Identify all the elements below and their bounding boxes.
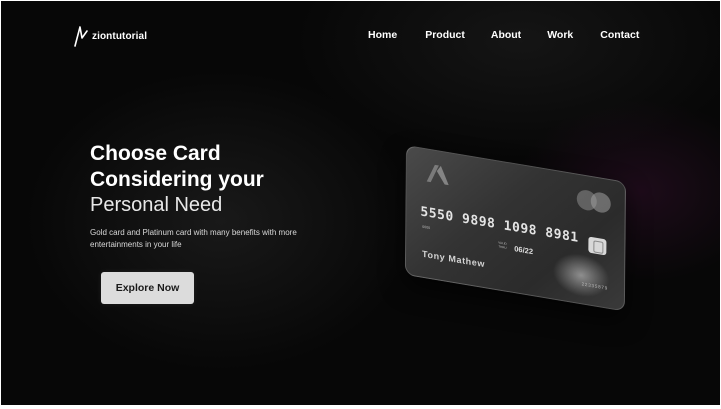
explore-now-button[interactable]: Explore Now — [101, 272, 194, 304]
hero-heading: Choose Card Considering your Personal Ne… — [90, 141, 350, 217]
hero-section: Choose Card Considering your Personal Ne… — [90, 141, 350, 250]
nav-item-work[interactable]: Work — [547, 29, 573, 41]
credit-card: 5550 9898 1098 8981 0000 VALID THRU 06/2… — [404, 145, 626, 312]
brand-name: ziontutorial — [92, 30, 148, 42]
hero-heading-line3: Personal Need — [90, 194, 223, 216]
credit-card-illustration: 5550 9898 1098 8981 0000 VALID THRU 06/2… — [396, 123, 636, 312]
hero-description: Gold card and Platinum card with many be… — [90, 228, 297, 249]
landing-page: ziontutorial Home Product About Work Con… — [1, 1, 720, 405]
card-brand-logo-icon — [425, 161, 455, 193]
nav-item-about[interactable]: About — [491, 29, 521, 41]
nav-item-home[interactable]: Home — [368, 29, 397, 41]
card-valid-label: VALID THRU — [498, 240, 507, 250]
main-nav: Home Product About Work Contact — [368, 29, 639, 41]
card-number: 5550 9898 1098 8981 — [420, 204, 579, 246]
brand-logo[interactable]: ziontutorial — [74, 25, 147, 47]
two-circles-network-icon — [576, 188, 611, 215]
card-code: 22335879 — [581, 281, 609, 291]
nav-item-product[interactable]: Product — [425, 29, 465, 41]
hero-heading-line2: Considering your — [90, 168, 264, 191]
card-expiry: 06/22 — [514, 244, 534, 257]
zigzag-logo-icon — [74, 25, 88, 47]
card-holder-name: Tony Mathew — [422, 248, 486, 270]
hero-heading-line1: Choose Card — [90, 142, 221, 165]
nav-item-contact[interactable]: Contact — [600, 29, 639, 41]
chip-icon — [588, 236, 607, 256]
card-small-label: 0000 — [422, 224, 431, 231]
